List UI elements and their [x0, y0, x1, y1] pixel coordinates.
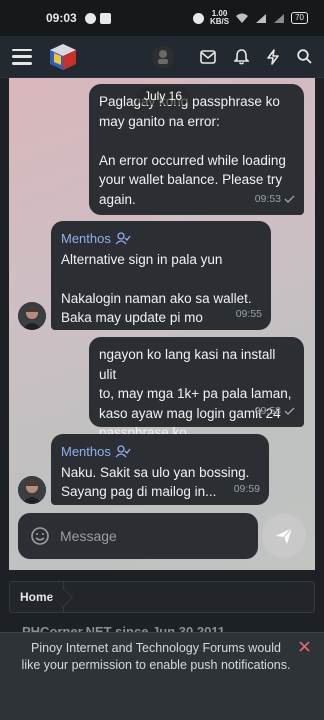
- top-navbar: [0, 36, 324, 78]
- message-meta: 09:58: [255, 402, 295, 422]
- net-speed-unit: KB/S: [209, 17, 230, 26]
- battery-indicator: 70: [291, 12, 308, 24]
- message-time: 09:53: [254, 192, 281, 205]
- user-check-icon: [115, 232, 131, 245]
- message-sender[interactable]: Menthos: [61, 229, 261, 249]
- message-text: Naku. Sakit sa ulo yan bossing. Sayang p…: [61, 464, 250, 500]
- bell-icon[interactable]: [234, 48, 249, 65]
- sender-name: Menthos: [61, 444, 111, 459]
- emoji-icon[interactable]: [30, 526, 50, 546]
- message-time: 09:59: [233, 482, 260, 495]
- net-speed: 1.00 KB/S: [210, 10, 229, 26]
- push-banner-text: Pinoy Internet and Technology Forums wou…: [21, 641, 291, 672]
- check-icon: [284, 195, 295, 204]
- signal-icon: [256, 13, 267, 23]
- sender-avatar[interactable]: [18, 476, 46, 504]
- alarm-icon: [192, 12, 204, 24]
- message-time: 09:58: [254, 404, 281, 417]
- send-button[interactable]: [262, 514, 306, 558]
- message-meta: 09:55: [236, 305, 262, 325]
- signal-icon-2: [274, 13, 285, 23]
- message-meta: 09:53: [255, 190, 295, 210]
- site-logo[interactable]: [48, 42, 78, 72]
- sender-name: Menthos: [61, 231, 111, 246]
- composer: [9, 513, 315, 563]
- check-icon: [284, 407, 295, 416]
- user-avatar[interactable]: [152, 45, 174, 68]
- message-input-box[interactable]: [18, 513, 258, 559]
- breadcrumb-home[interactable]: Home: [10, 582, 65, 612]
- wifi-icon: [236, 13, 249, 23]
- date-pill: July 16: [136, 87, 191, 105]
- search-icon[interactable]: [297, 49, 312, 64]
- messenger-icon: [84, 12, 96, 24]
- message-time: 09:55: [235, 307, 262, 320]
- message-sender[interactable]: Menthos: [61, 442, 259, 462]
- breadcrumb: Home: [9, 581, 315, 613]
- message-text: Alternative sign in pala yun Nakalogin n…: [61, 251, 252, 326]
- close-button[interactable]: [296, 638, 312, 654]
- status-bar: 09:03 1.00 KB/S 70: [0, 0, 324, 36]
- chat-area[interactable]: Paglagay kong passphrase ko may ganito n…: [9, 78, 315, 570]
- status-time: 09:03: [46, 11, 77, 25]
- menu-icon[interactable]: [12, 48, 32, 65]
- banner-divider: [0, 632, 324, 633]
- message-text: ngayon ko lang kasi na install ulit to, …: [99, 347, 292, 440]
- message-bubble-outgoing[interactable]: ngayon ko lang kasi na install ulit to, …: [89, 337, 304, 440]
- sender-avatar[interactable]: [18, 302, 46, 330]
- mail-icon[interactable]: [200, 49, 216, 64]
- message-meta: 09:59: [234, 480, 260, 500]
- message-bubble-incoming[interactable]: Menthos Alternative sign in pala yun Nak…: [51, 221, 271, 330]
- message-bubble-outgoing[interactable]: Paglagay kong passphrase ko may ganito n…: [89, 84, 304, 215]
- user-check-icon: [115, 445, 131, 458]
- message-input[interactable]: [60, 528, 240, 544]
- bolt-icon[interactable]: [267, 48, 279, 65]
- push-permission-banner: Pinoy Internet and Technology Forums wou…: [0, 632, 324, 720]
- message-bubble-incoming[interactable]: Menthos Naku. Sakit sa ulo yan bossing. …: [51, 434, 269, 505]
- close-icon: [298, 640, 310, 652]
- send-icon: [276, 527, 293, 544]
- shield-icon: [99, 12, 111, 24]
